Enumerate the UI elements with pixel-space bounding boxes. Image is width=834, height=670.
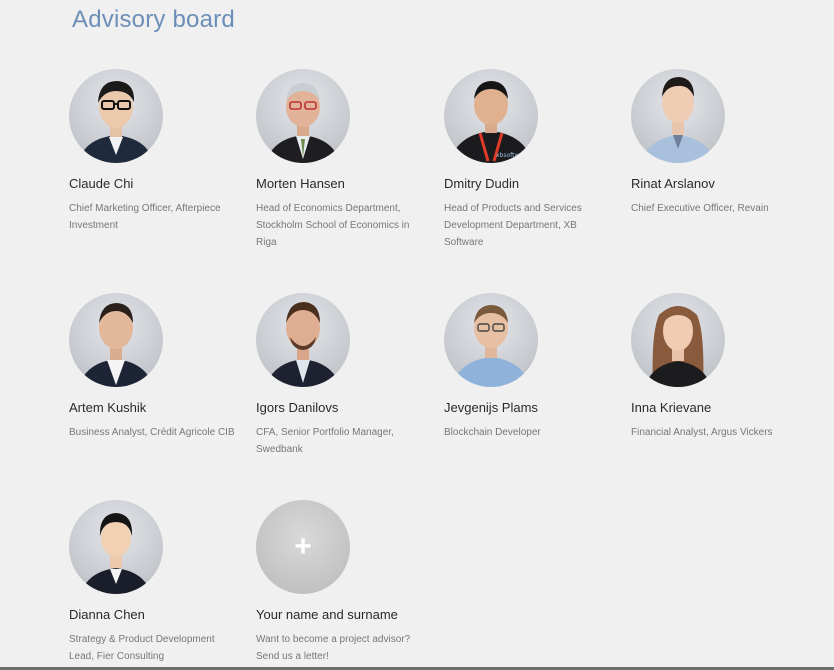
advisor-photo-jevgenijs-plams — [444, 293, 538, 387]
plus-icon: + — [294, 530, 312, 563]
advisor-photo-igors-danilovs — [256, 293, 350, 387]
join-name-label: Your name and surname — [256, 607, 398, 622]
advisor-card: Dianna Chen Strategy & Product Developme… — [69, 500, 239, 665]
advisor-role: Financial Analyst, Argus Vickers — [631, 427, 773, 438]
advisor-card: Morten Hansen Head of Economics Departme… — [256, 69, 426, 251]
advisor-role: Head of Economics Department, Stockholm … — [256, 203, 410, 248]
advisor-photo-claude-chi — [69, 69, 163, 163]
advisor-name: Rinat Arslanov — [631, 176, 715, 191]
join-description-line1: Want to become a project advisor? — [256, 634, 411, 645]
advisor-role: Business Analyst, Crédit Agricole CIB — [69, 427, 235, 438]
advisor-photo-artem-kushik — [69, 293, 163, 387]
advisor-card: Jevgenijs Plams Blockchain Developer — [444, 293, 614, 441]
advisor-role: CFA, Senior Portfolio Manager, Swedbank — [256, 427, 394, 455]
advisor-photo-morten-hansen — [256, 69, 350, 163]
advisor-photo-dmitry-dudin: xbsoftware.com — [444, 69, 538, 163]
advisor-name: Claude Chi — [69, 176, 134, 191]
add-advisor-button[interactable]: + — [256, 500, 350, 594]
advisor-role: Blockchain Developer — [444, 427, 541, 438]
advisor-name: Artem Kushik — [69, 400, 147, 415]
advisor-name: Inna Krievane — [631, 400, 712, 415]
advisor-role: Head of Products and Services Developmen… — [444, 203, 582, 248]
advisor-name: Igors Danilovs — [256, 400, 339, 415]
advisor-role: Strategy & Product Development Lead, Fie… — [69, 634, 215, 662]
advisor-card: Claude Chi Chief Marketing Officer, Afte… — [69, 69, 239, 234]
advisor-card: Rinat Arslanov Chief Executive Officer, … — [631, 69, 801, 217]
advisor-card: xbsoftware.com Dmitry Dudin Head of Prod… — [444, 69, 614, 251]
join-card[interactable]: + Your name and surname Want to become a… — [256, 500, 426, 665]
advisor-name: Dianna Chen — [69, 607, 145, 622]
advisor-name: Morten Hansen — [256, 176, 345, 191]
join-description: Want to become a project advisor? Send u… — [256, 631, 426, 665]
svg-text:xbsoftware.com: xbsoftware.com — [496, 152, 538, 159]
advisor-card: Igors Danilovs CFA, Senior Portfolio Man… — [256, 293, 426, 458]
advisor-photo-dianna-chen — [69, 500, 163, 594]
section-title: Advisory board — [72, 6, 235, 33]
advisory-board-page: Advisory board Claude Chi Chief Marketin… — [0, 0, 834, 670]
advisor-role: Chief Executive Officer, Revain — [631, 203, 769, 214]
advisor-name: Jevgenijs Plams — [444, 400, 538, 415]
advisor-photo-inna-krievane — [631, 293, 725, 387]
advisor-name: Dmitry Dudin — [444, 176, 520, 191]
join-description-line2[interactable]: Send us a letter! — [256, 651, 329, 662]
advisor-card: Inna Krievane Financial Analyst, Argus V… — [631, 293, 801, 441]
advisor-photo-rinat-arslanov — [631, 69, 725, 163]
advisor-card: Artem Kushik Business Analyst, Crédit Ag… — [69, 293, 239, 441]
advisor-role: Chief Marketing Officer, Afterpiece Inve… — [69, 203, 221, 231]
